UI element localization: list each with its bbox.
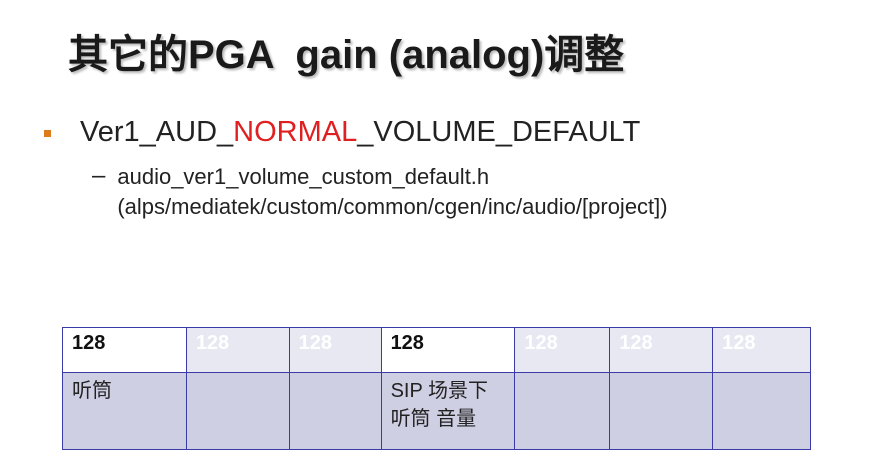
header-file-name: audio_ver1_volume_custom_default.h (117, 164, 490, 189)
sub-bullet-item: – audio_ver1_volume_custom_default.h (alp… (92, 162, 668, 222)
table-cell: 128 (62, 327, 187, 373)
table-cell (514, 372, 611, 450)
table-cell (609, 372, 714, 450)
table-cell (185, 372, 290, 450)
table-cell: 128 (185, 327, 290, 373)
bullet-prefix: Ver1_AUD_ (80, 116, 234, 148)
square-bullet-icon (44, 130, 51, 137)
table-cell (288, 372, 382, 450)
table-cell: 128 (380, 327, 516, 373)
bullet-text: Ver1_AUD_NORMAL_VOLUME_DEFAULT (80, 116, 640, 149)
bullet-item: Ver1_AUD_NORMAL_VOLUME_DEFAULT (44, 116, 640, 149)
bullet-suffix: _VOLUME_DEFAULT (357, 116, 641, 148)
table-cell: 128 (288, 327, 382, 373)
cell-line: 听筒 音量 (390, 408, 477, 430)
table-cell (712, 372, 811, 450)
table-cell: SIP 场景下 听筒 音量 (380, 372, 516, 450)
table-cell: 128 (609, 327, 714, 373)
cell-line: SIP 场景下 (390, 380, 488, 402)
table-row: 听筒 SIP 场景下 听筒 音量 (62, 372, 811, 450)
header-file-path: (alps/mediatek/custom/common/cgen/inc/au… (117, 194, 668, 219)
table-cell: 128 (712, 327, 811, 373)
table-cell: 128 (514, 327, 611, 373)
table-row: 128 128 128 128 128 128 128 (62, 327, 811, 373)
dash-bullet-icon: – (92, 162, 106, 189)
bullet-highlight: NORMAL (233, 116, 358, 148)
table-cell: 听筒 (62, 372, 187, 450)
slide-title: 其它的PGA gain (analog)调整 (68, 33, 625, 77)
volume-table: 128 128 128 128 128 128 128 听筒 SIP 场景下 听筒… (62, 327, 811, 450)
sub-bullet-text: audio_ver1_volume_custom_default.h (alps/… (117, 162, 667, 222)
